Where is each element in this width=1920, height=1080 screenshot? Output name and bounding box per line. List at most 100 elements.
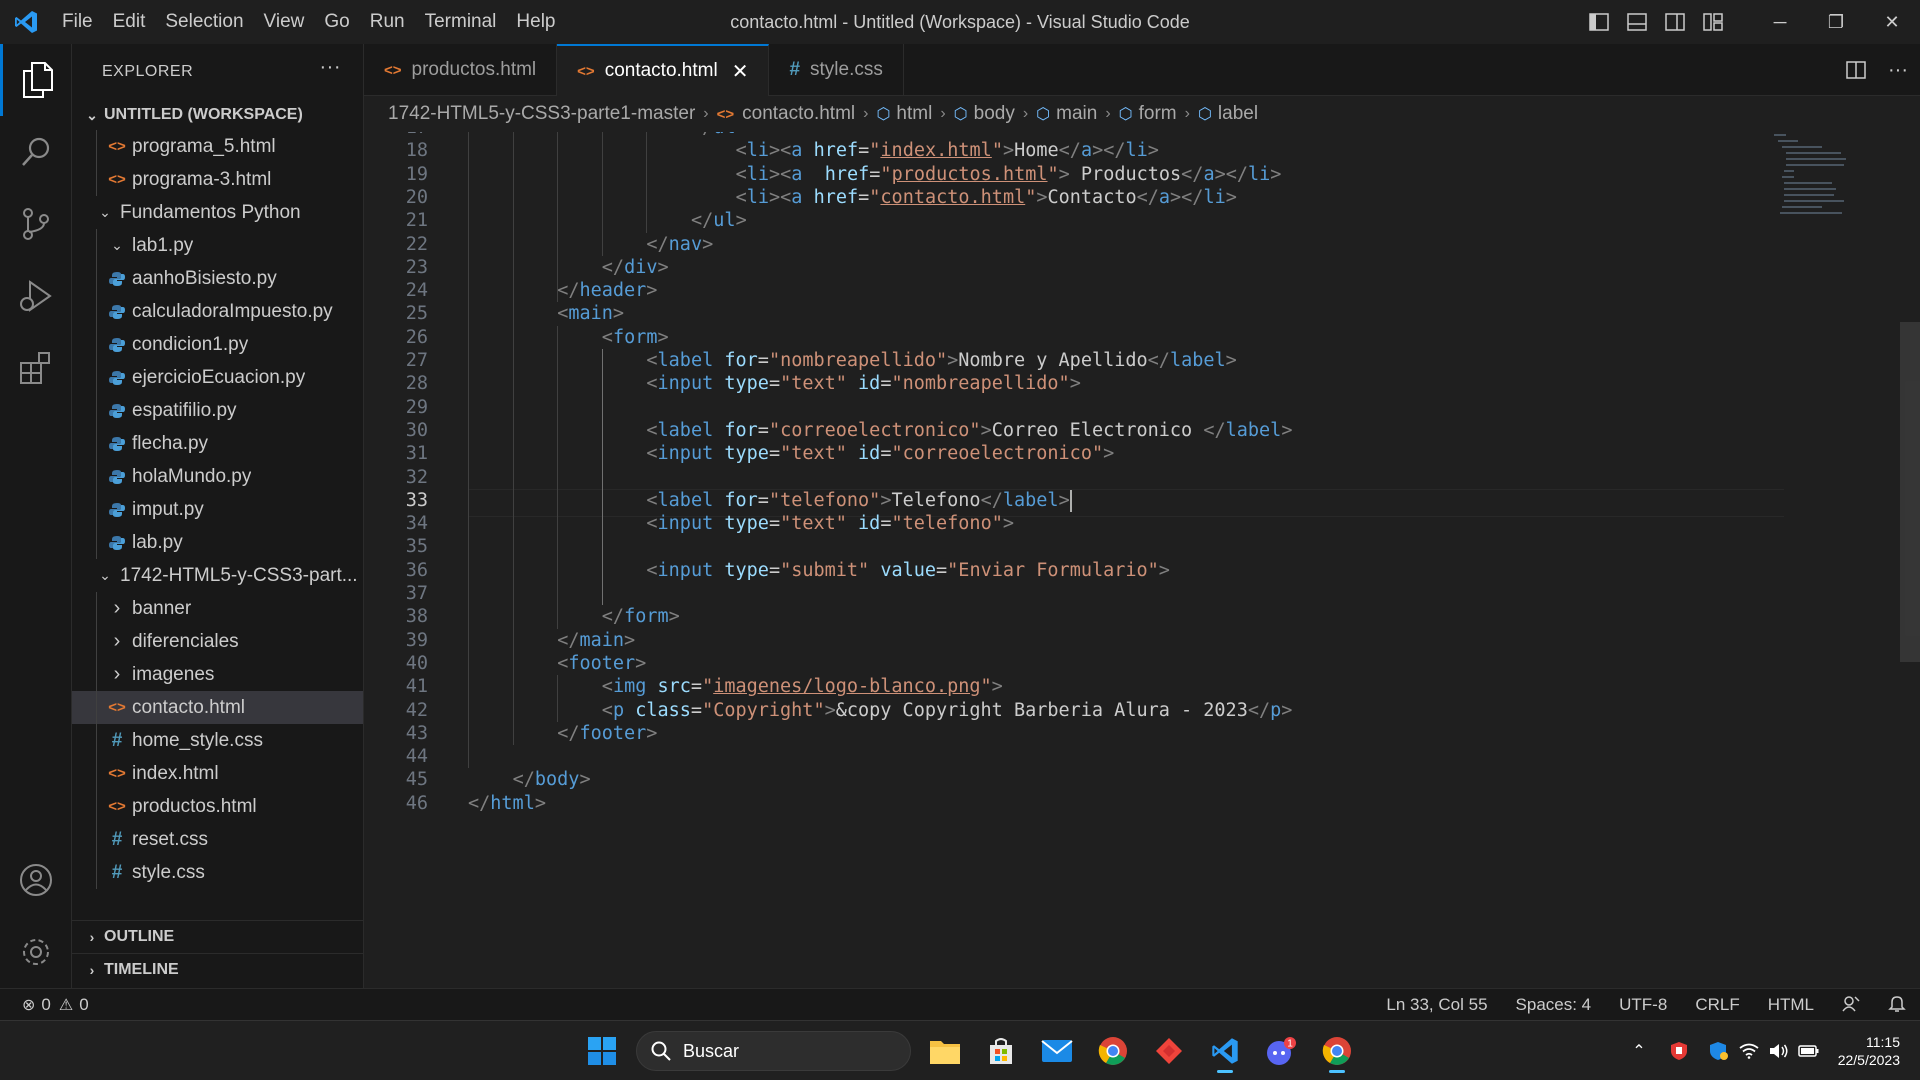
microsoft-store-icon[interactable] [979, 1027, 1023, 1075]
tree-item[interactable]: # home_style.css [72, 724, 363, 757]
battery-icon[interactable] [1794, 1031, 1824, 1071]
outline-section[interactable]: › OUTLINE [72, 920, 364, 953]
tab-style-css[interactable]: # style.css [769, 44, 904, 96]
menu-view[interactable]: View [254, 0, 315, 44]
code-line[interactable]: 38 </form> [364, 605, 1920, 628]
restore-button[interactable]: ❐ [1808, 0, 1864, 44]
tree-item[interactable]: ⌄ 1742-HTML5-y-CSS3-part... [72, 559, 363, 592]
code-line[interactable]: 37 [364, 582, 1920, 605]
workspace-section-header[interactable]: ⌄ UNTITLED (WORKSPACE) [72, 100, 363, 130]
tree-item[interactable]: › diferenciales [72, 625, 363, 658]
cursor-position[interactable]: Ln 33, Col 55 [1372, 995, 1501, 1015]
menu-help[interactable]: Help [506, 0, 565, 44]
tree-item[interactable]: holaMundo.py [72, 460, 363, 493]
breadcrumb-main[interactable]: main [1056, 103, 1097, 125]
language-mode[interactable]: HTML [1754, 995, 1828, 1015]
show-hidden-icons-chevron-up-icon[interactable]: ⌃ [1624, 1031, 1654, 1071]
tree-item[interactable]: imput.py [72, 493, 363, 526]
code-line[interactable]: 45 </body> [364, 768, 1920, 791]
accounts-icon[interactable] [0, 844, 72, 916]
code-line[interactable]: 29 [364, 396, 1920, 419]
code-line[interactable]: 21 </ul> [364, 209, 1920, 232]
breadcrumb-form[interactable]: form [1139, 103, 1177, 125]
vscode-taskbar-icon[interactable] [1203, 1027, 1247, 1075]
chrome-icon[interactable] [1091, 1027, 1135, 1075]
code-line[interactable]: 25 <main> [364, 302, 1920, 325]
tree-item[interactable]: <> programa_5.html [72, 130, 363, 163]
breadcrumb-label[interactable]: label [1218, 103, 1258, 125]
close-tab-icon[interactable]: ✕ [732, 59, 749, 84]
code-line[interactable]: 44 [364, 745, 1920, 768]
code-line[interactable]: 32 [364, 466, 1920, 489]
code-line[interactable]: 26 <form> [364, 326, 1920, 349]
tree-item[interactable]: ⌄ Fundamentos Python [72, 196, 363, 229]
tree-item[interactable]: › imagenes [72, 658, 363, 691]
code-line[interactable]: 27 <label for="nombreapellido">Nombre y A… [364, 349, 1920, 372]
minimize-button[interactable]: ─ [1752, 0, 1808, 44]
chrome-icon-2[interactable] [1315, 1027, 1359, 1075]
taskbar-search[interactable]: Buscar [636, 1031, 911, 1071]
code-line[interactable]: 46 </html> [364, 792, 1920, 815]
code-line[interactable]: 18 <li><a href="index.html">Home</a></li> [364, 139, 1920, 162]
tree-item[interactable]: <> programa-3.html [72, 163, 363, 196]
tree-item[interactable]: lab.py [72, 526, 363, 559]
feedback-icon[interactable] [1828, 994, 1874, 1017]
tree-item[interactable]: # style.css [72, 856, 363, 889]
tree-item[interactable]: › banner [72, 592, 363, 625]
menu-selection[interactable]: Selection [155, 0, 253, 44]
tree-item[interactable]: <> productos.html [72, 790, 363, 823]
encoding[interactable]: UTF-8 [1605, 995, 1681, 1015]
manage-gear-icon[interactable] [0, 916, 72, 988]
menu-run[interactable]: Run [360, 0, 415, 44]
code-line[interactable]: 17 </ul> [364, 132, 1920, 139]
code-line[interactable]: 35 [364, 535, 1920, 558]
menu-terminal[interactable]: Terminal [415, 0, 507, 44]
tree-item[interactable]: aanhoBisiesto.py [72, 262, 363, 295]
code-editor[interactable]: 17</ul>18<li><a href="index.html">Home</… [364, 132, 1920, 988]
menu-edit[interactable]: Edit [103, 0, 156, 44]
code-line[interactable]: 39 </main> [364, 629, 1920, 652]
code-line[interactable]: 28 <input type="text" id="nombreapellido"… [364, 372, 1920, 395]
code-line[interactable]: 19 <li><a href="productos.html"> Producto… [364, 163, 1920, 186]
tree-item[interactable]: espatifilio.py [72, 394, 363, 427]
breadcrumb-html[interactable]: html [896, 103, 932, 125]
timeline-section[interactable]: › TIMELINE [72, 953, 364, 986]
tree-item[interactable]: ⌄ lab1.py [72, 229, 363, 262]
code-line[interactable]: 42 <p class="Copyright">&copy Copyright B… [364, 699, 1920, 722]
code-line[interactable]: 30 <label for="correoelectronico">Correo … [364, 419, 1920, 442]
customize-layout-icon[interactable] [1694, 0, 1732, 44]
vscode-logo-icon[interactable] [0, 0, 52, 44]
antivirus-shield-icon[interactable] [1664, 1031, 1694, 1071]
search-icon[interactable] [0, 116, 72, 188]
menu-file[interactable]: File [52, 0, 103, 44]
editor-more-actions-icon[interactable]: ··· [1876, 48, 1920, 92]
code-line[interactable]: 43 </footer> [364, 722, 1920, 745]
source-control-icon[interactable] [0, 188, 72, 260]
code-line[interactable]: 31 <input type="text" id="correoelectroni… [364, 442, 1920, 465]
breadcrumb-folder[interactable]: 1742-HTML5-y-CSS3-parte1-master [388, 103, 695, 125]
code-line[interactable]: 24 </header> [364, 279, 1920, 302]
menu-go[interactable]: Go [314, 0, 359, 44]
end-of-line[interactable]: CRLF [1681, 995, 1753, 1015]
tree-item[interactable]: <> index.html [72, 757, 363, 790]
code-line[interactable]: 23 </div> [364, 256, 1920, 279]
tab-contacto-html[interactable]: <> contacto.html ✕ [557, 44, 770, 96]
tree-item[interactable]: ejercicioEcuacion.py [72, 361, 363, 394]
extensions-icon[interactable] [0, 332, 72, 404]
wifi-icon[interactable] [1734, 1031, 1764, 1071]
close-window-button[interactable]: ✕ [1864, 0, 1920, 44]
explorer-icon[interactable] [0, 44, 72, 116]
discord-icon[interactable]: 1 [1259, 1027, 1303, 1075]
tab-productos-html[interactable]: <> productos.html [364, 44, 558, 96]
code-line[interactable]: 41 <img src="imagenes/logo-blanco.png"> [364, 675, 1920, 698]
code-line[interactable]: 22 </nav> [364, 233, 1920, 256]
file-explorer-icon[interactable] [923, 1027, 967, 1075]
tree-item[interactable]: <> contacto.html [72, 691, 363, 724]
indentation[interactable]: Spaces: 4 [1502, 995, 1606, 1015]
windows-start-icon[interactable] [580, 1027, 624, 1075]
tree-item[interactable]: flecha.py [72, 427, 363, 460]
code-line[interactable]: 20 <li><a href="contacto.html">Contacto</… [364, 186, 1920, 209]
toggle-panel-icon[interactable] [1618, 0, 1656, 44]
tree-item[interactable]: calculadoraImpuesto.py [72, 295, 363, 328]
breadcrumb-body[interactable]: body [974, 103, 1015, 125]
